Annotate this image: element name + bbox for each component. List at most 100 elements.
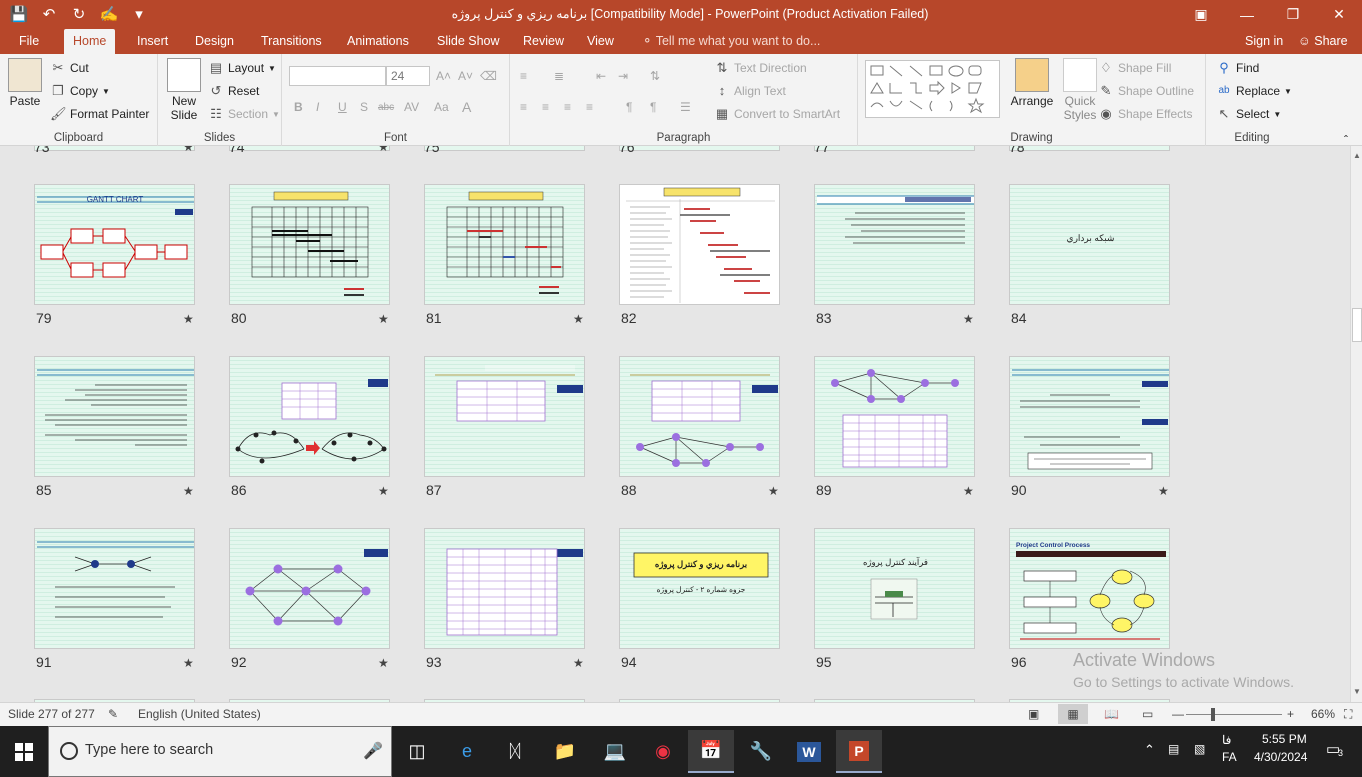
numbering-icon[interactable]: ≣ bbox=[554, 66, 564, 86]
reset-button[interactable]: ↺ Reset bbox=[208, 81, 260, 101]
slide-thumb-81[interactable] bbox=[424, 184, 585, 305]
align-center-icon[interactable]: ≡ bbox=[542, 97, 549, 117]
reading-view-icon[interactable]: 📖 bbox=[1104, 707, 1119, 721]
scroll-down-icon[interactable]: ▼ bbox=[1351, 686, 1362, 698]
shadow-button[interactable]: S bbox=[360, 97, 368, 117]
slide-sorter[interactable]: 73 74 75 76 77 78 ★ ★ GANTT CHART 79 ★ 8… bbox=[0, 146, 1350, 702]
justify-icon[interactable]: ≡ bbox=[586, 97, 593, 117]
slide-thumb-91[interactable] bbox=[34, 528, 195, 649]
strikethrough-button[interactable]: abc bbox=[378, 97, 394, 117]
undo-icon[interactable]: ↶ bbox=[36, 3, 62, 25]
slide-thumb-89[interactable] bbox=[814, 356, 975, 477]
share-button[interactable]: ☺ Share bbox=[1298, 29, 1348, 54]
zoom-slider-track[interactable] bbox=[1186, 714, 1282, 715]
computer-icon[interactable]: 💻 bbox=[592, 730, 638, 773]
increase-indent-icon[interactable]: ⇥ bbox=[618, 66, 628, 86]
slide-thumb-94[interactable]: برنامه ريزي و كنترل پروژه جزوه شماره ۲ -… bbox=[619, 528, 780, 649]
layout-button[interactable]: ▤ Layout ▼ bbox=[208, 58, 276, 78]
change-case-icon[interactable]: Aa bbox=[434, 97, 449, 117]
maximize-button[interactable]: ❐ bbox=[1270, 0, 1316, 29]
grow-font-icon[interactable]: A˄ bbox=[436, 66, 451, 86]
tab-slideshow[interactable]: Slide Show bbox=[428, 29, 509, 54]
network-icon[interactable]: ▤ bbox=[1168, 742, 1179, 756]
bluetooth-icon[interactable]: ᛞ bbox=[492, 730, 538, 773]
columns-icon[interactable]: ☰ bbox=[680, 97, 691, 117]
slide-thumb-87[interactable] bbox=[424, 356, 585, 477]
font-size-combo[interactable]: 24 bbox=[386, 66, 430, 86]
slide-thumb-partial[interactable] bbox=[619, 146, 780, 151]
edge-icon[interactable]: e bbox=[444, 730, 490, 773]
slide-thumb-partial[interactable] bbox=[424, 146, 585, 151]
clock-time[interactable]: 5:55 PM bbox=[1262, 732, 1307, 746]
show-hidden-icons[interactable]: ⌃ bbox=[1144, 742, 1155, 758]
word-icon[interactable]: W bbox=[786, 730, 832, 773]
redo-icon[interactable]: ↻ bbox=[66, 3, 92, 25]
calendar-app-icon[interactable]: 📅 bbox=[688, 730, 734, 773]
slide-thumb-82[interactable] bbox=[619, 184, 780, 305]
chrome-icon[interactable]: ◉ bbox=[640, 730, 686, 773]
bullets-icon[interactable]: ≡ bbox=[520, 66, 527, 86]
slide-thumb-partial[interactable] bbox=[1009, 146, 1170, 151]
tab-animations[interactable]: Animations bbox=[338, 29, 418, 54]
bold-button[interactable]: B bbox=[294, 97, 303, 117]
quick-styles-button[interactable]: Quick Styles bbox=[1058, 58, 1102, 122]
close-button[interactable]: ✕ bbox=[1316, 0, 1362, 29]
tab-review[interactable]: Review bbox=[514, 29, 573, 54]
slide-thumb-80[interactable] bbox=[229, 184, 390, 305]
align-left-icon[interactable]: ≡ bbox=[520, 97, 527, 117]
shape-outline-button[interactable]: ✎ Shape Outline bbox=[1098, 81, 1195, 101]
align-text-button[interactable]: ↕ Align Text bbox=[714, 81, 786, 101]
tab-transitions[interactable]: Transitions bbox=[252, 29, 331, 54]
slide-thumb-partial[interactable] bbox=[34, 146, 195, 151]
task-view-icon[interactable]: ◫ bbox=[394, 730, 440, 773]
italic-button[interactable]: I bbox=[316, 97, 319, 117]
start-button[interactable] bbox=[0, 726, 48, 777]
tab-design[interactable]: Design bbox=[186, 29, 243, 54]
shape-fill-button[interactable]: ♢ Shape Fill bbox=[1098, 58, 1171, 78]
slide-thumb-86[interactable] bbox=[229, 356, 390, 477]
slide-thumb-partial[interactable] bbox=[229, 146, 390, 151]
battery-icon[interactable]: ▧ bbox=[1194, 742, 1205, 756]
zoom-slider-handle[interactable] bbox=[1211, 708, 1215, 721]
slide-thumb-88[interactable] bbox=[619, 356, 780, 477]
sign-in-link[interactable]: Sign in bbox=[1245, 29, 1283, 54]
section-button[interactable]: ☷ Section ▼ bbox=[208, 104, 280, 124]
paste-button[interactable]: Paste bbox=[6, 58, 44, 108]
fit-slide-icon[interactable]: ⛶ bbox=[1344, 707, 1352, 722]
slide-thumb-92[interactable] bbox=[229, 528, 390, 649]
replace-button[interactable]: ab Replace ▼ bbox=[1216, 81, 1292, 101]
slide-thumb-95[interactable]: فرآيند كنترل پروژه bbox=[814, 528, 975, 649]
spelling-icon[interactable]: ✎ bbox=[108, 707, 118, 721]
select-button[interactable]: ↖ Select ▼ bbox=[1216, 104, 1282, 124]
minimize-button[interactable]: — bbox=[1224, 0, 1270, 29]
taskbar-search-box[interactable]: Type here to search 🎤 bbox=[48, 726, 392, 777]
zoom-level[interactable]: 66% bbox=[1311, 707, 1335, 721]
language-indicator[interactable]: English (United States) bbox=[138, 707, 261, 721]
rtl-icon[interactable]: ¶ bbox=[650, 97, 656, 117]
clear-format-icon[interactable]: ⌫ bbox=[480, 66, 497, 86]
vertical-scrollbar[interactable]: ▲ ▼ bbox=[1350, 146, 1362, 702]
powerpoint-icon[interactable]: P bbox=[836, 730, 882, 773]
decrease-indent-icon[interactable]: ⇤ bbox=[596, 66, 606, 86]
arrange-button[interactable]: Arrange bbox=[1004, 58, 1060, 108]
underline-button[interactable]: U bbox=[338, 97, 347, 117]
scroll-up-icon[interactable]: ▲ bbox=[1351, 150, 1362, 162]
align-right-icon[interactable]: ≡ bbox=[564, 97, 571, 117]
tab-file[interactable]: File bbox=[10, 29, 48, 54]
line-spacing-icon[interactable]: ⇅ bbox=[650, 66, 660, 86]
customize-toolbar-icon[interactable]: ▾ bbox=[126, 3, 152, 25]
new-slide-button[interactable]: New Slide bbox=[164, 58, 204, 122]
copy-button[interactable]: ❐ Copy ▼ bbox=[50, 81, 110, 101]
tab-view[interactable]: View bbox=[578, 29, 623, 54]
font-name-combo[interactable] bbox=[289, 66, 386, 86]
convert-smartart-button[interactable]: ▦ Convert to SmartArt bbox=[714, 104, 840, 124]
slide-thumb-96[interactable]: Project Control Process bbox=[1009, 528, 1170, 649]
slide-thumb-79[interactable]: GANTT CHART bbox=[34, 184, 195, 305]
text-direction-button[interactable]: ⇅ Text Direction bbox=[714, 58, 807, 78]
shrink-font-icon[interactable]: A˅ bbox=[458, 66, 473, 86]
tab-home[interactable]: Home bbox=[64, 29, 116, 54]
slideshow-view-icon[interactable]: ▭ bbox=[1142, 707, 1153, 721]
tab-insert[interactable]: Insert bbox=[128, 29, 177, 54]
find-button[interactable]: ⚲ Find bbox=[1216, 58, 1259, 78]
slide-thumb-83[interactable] bbox=[814, 184, 975, 305]
